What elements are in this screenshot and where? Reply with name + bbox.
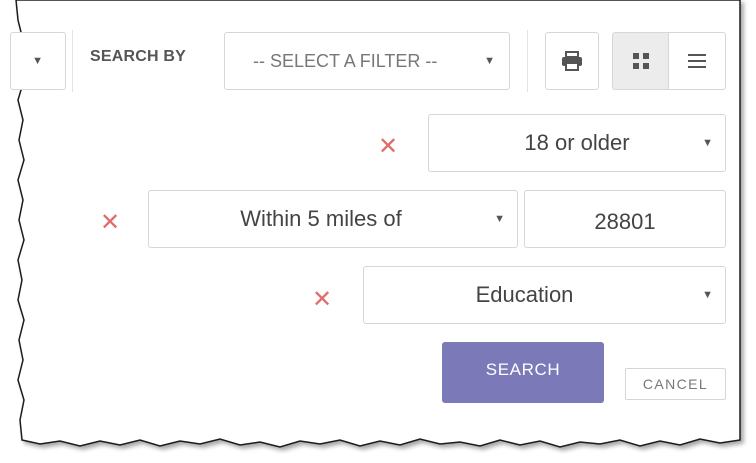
chevron-down-icon: ▼	[32, 55, 43, 67]
remove-filter-icon[interactable]: ✕	[100, 211, 120, 235]
remove-filter-icon[interactable]: ✕	[378, 135, 398, 159]
toolbar-divider	[527, 30, 528, 92]
zip-code-input[interactable]: 28801	[524, 190, 726, 248]
list-view-button[interactable]	[668, 32, 726, 90]
left-partial-select[interactable]: ▼	[10, 32, 66, 90]
chevron-down-icon: ▼	[494, 213, 505, 225]
chevron-down-icon: ▼	[484, 55, 495, 67]
remove-filter-icon[interactable]: ✕	[312, 288, 332, 312]
filter-panel: ▼ SEARCH BY -- SELECT A FILTER -- ▼ ✕ 18…	[0, 0, 756, 463]
category-filter-value: Education	[475, 282, 574, 307]
chevron-down-icon: ▼	[702, 289, 713, 301]
grid-view-button[interactable]	[612, 32, 669, 90]
category-filter-select[interactable]: Education ▼	[363, 266, 726, 324]
print-button[interactable]	[545, 32, 599, 90]
filter-select[interactable]: -- SELECT A FILTER -- ▼	[224, 32, 510, 90]
distance-filter-value: Within 5 miles of	[240, 206, 402, 231]
distance-filter-select[interactable]: Within 5 miles of ▼	[148, 190, 518, 248]
grid-view-icon	[632, 53, 649, 69]
age-filter-select[interactable]: 18 or older ▼	[428, 114, 726, 172]
print-icon	[562, 51, 582, 71]
search-by-label: SEARCH BY	[90, 48, 187, 65]
cancel-button[interactable]: CANCEL	[625, 368, 726, 400]
age-filter-value: 18 or older	[524, 130, 630, 155]
filter-select-value: -- SELECT A FILTER --	[253, 50, 438, 71]
chevron-down-icon: ▼	[702, 137, 713, 149]
search-button[interactable]: SEARCH	[442, 342, 604, 403]
list-view-icon	[688, 54, 706, 68]
zip-code-value: 28801	[594, 209, 656, 234]
toolbar-divider	[72, 30, 73, 92]
